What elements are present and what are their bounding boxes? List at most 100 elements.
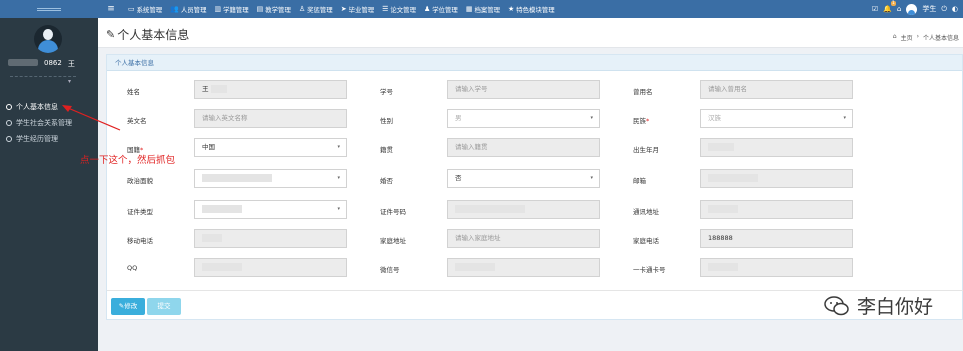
- sidebar-item-basic-info[interactable]: 个人基本信息: [0, 99, 98, 115]
- nav-right: ☑ 🔔 1 ⌂ 学生 ⏻ ◐: [872, 1, 963, 15]
- caret-down-icon: ▾: [590, 175, 593, 181]
- email-label: 邮箱: [633, 177, 646, 185]
- caret-down-icon: ▾: [843, 115, 846, 121]
- id-type-select[interactable]: ▾: [194, 200, 347, 219]
- nav-special[interactable]: ★ 特色模块管理: [504, 5, 559, 14]
- users-icon: 👥: [170, 5, 179, 13]
- page-header: ✎ 个人基本信息 ⌂ 主页 › 个人基本信息: [98, 18, 963, 48]
- form-row: 政治面貌 ▾ 婚否 否 ▾ 邮箱: [107, 169, 963, 189]
- user-label[interactable]: 学生: [922, 4, 936, 14]
- form-row: 姓名 王 学号 请输入学号 曾用名 请输入曾用名: [107, 80, 963, 100]
- caret-down-icon[interactable]: ▾: [68, 78, 71, 85]
- settings-icon[interactable]: ◐: [952, 5, 958, 13]
- former-name-field[interactable]: 请输入曾用名: [700, 80, 853, 99]
- marital-select[interactable]: 否 ▾: [447, 169, 600, 188]
- wechat-field[interactable]: [447, 258, 600, 277]
- home-icon[interactable]: ⌂: [897, 5, 901, 13]
- power-icon[interactable]: ⏻: [941, 5, 947, 14]
- nav-label: 论文管理: [390, 5, 416, 14]
- circle-icon: [6, 120, 12, 126]
- form-row: QQ 微信号 一卡通卡号: [107, 258, 963, 278]
- home-phone-label: 家庭电话: [633, 237, 659, 245]
- redacted-block: [455, 205, 525, 213]
- caret-down-icon: ▾: [337, 206, 340, 212]
- mobile-label: 移动电话: [127, 237, 153, 245]
- caret-down-icon: ▾: [590, 115, 593, 121]
- address-field[interactable]: [700, 200, 853, 219]
- sidebar-item-social-relations[interactable]: 学生社会关系管理: [0, 115, 98, 131]
- sidebar-top-strip: [0, 0, 98, 18]
- nav-enrollment[interactable]: ▥ 学籍管理: [210, 5, 252, 14]
- ethnicity-label: 民族*: [633, 115, 649, 125]
- info-panel: 个人基本信息 姓名 王 学号 请输入学号 曾用名 请输入曾用名 英文名 请输入英…: [106, 54, 963, 320]
- redacted-block: [210, 85, 227, 93]
- student-no-field[interactable]: 请输入学号: [447, 80, 600, 99]
- required-mark: *: [646, 117, 650, 125]
- plane-icon: ➤: [340, 5, 347, 13]
- chart-icon: ▤: [256, 5, 264, 13]
- nav-archive[interactable]: ▦ 档案管理: [462, 5, 504, 14]
- card-field[interactable]: [700, 258, 853, 277]
- nav-personnel[interactable]: 👥 人员管理: [166, 5, 210, 14]
- hamburger-icon[interactable]: ≡: [98, 4, 124, 14]
- name-field[interactable]: 王: [194, 80, 347, 99]
- ethnicity-select[interactable]: 汉族 ▾: [700, 109, 853, 128]
- mobile-field[interactable]: [194, 229, 347, 248]
- nav-teaching[interactable]: ▤ 教学管理: [253, 5, 295, 14]
- nav-label: 毕业管理: [348, 5, 375, 14]
- qq-label: QQ: [127, 264, 138, 272]
- mortarboard-icon: ♟: [423, 5, 431, 13]
- native-place-field[interactable]: 请输入籍贯: [447, 138, 600, 157]
- nav-degree[interactable]: ♟ 学位管理: [420, 5, 462, 14]
- breadcrumb-home[interactable]: 主页: [901, 33, 913, 42]
- caret-down-icon: ▾: [337, 144, 340, 150]
- form-row: 国籍* 中国 ▾ 籍贯 请输入籍贯 出生年月: [107, 138, 963, 158]
- qq-field[interactable]: [194, 258, 347, 277]
- email-field[interactable]: [700, 169, 853, 188]
- circle-icon: [6, 136, 12, 142]
- id-type-label: 证件类型: [127, 208, 153, 216]
- nav-label: 学籍管理: [223, 5, 249, 14]
- redacted-block: [708, 263, 738, 271]
- nav-system[interactable]: ▭ 系统管理: [124, 5, 166, 14]
- english-name-field[interactable]: 请输入英文名称: [194, 109, 347, 128]
- nav-label: 教学管理: [265, 5, 291, 14]
- home-address-field[interactable]: 请输入家庭地址: [447, 229, 600, 248]
- wechat-label: 微信号: [380, 266, 400, 274]
- birth-date-label: 出生年月: [633, 146, 659, 154]
- form-row: 英文名 请输入英文名称 性别 男 ▾ 民族* 汉族 ▾: [107, 109, 963, 129]
- submit-button[interactable]: 提交: [147, 298, 181, 315]
- gender-select[interactable]: 男 ▾: [447, 109, 600, 128]
- nav-graduation[interactable]: ➤ 毕业管理: [337, 5, 378, 14]
- bell-icon[interactable]: 🔔 1: [883, 1, 896, 13]
- nav-rewards[interactable]: ♙ 奖惩管理: [295, 5, 337, 14]
- person-icon: ♙: [298, 5, 306, 13]
- divider: [10, 76, 76, 78]
- nav-label: 人员管理: [180, 5, 207, 14]
- watermark: 李白你好: [823, 292, 933, 319]
- redacted-block: [202, 263, 242, 271]
- wechat-icon: [824, 295, 849, 315]
- id-no-field[interactable]: [447, 200, 600, 219]
- page-title-text: 个人基本信息: [117, 28, 190, 42]
- home-phone-field[interactable]: 188888: [700, 229, 853, 248]
- home-crumb-icon: ⌂: [892, 33, 897, 40]
- check-icon[interactable]: ☑: [872, 5, 878, 13]
- form-row: 移动电话 家庭地址 请输入家庭地址 家庭电话 188888: [107, 229, 963, 249]
- redacted-block: [455, 263, 495, 271]
- birth-date-field[interactable]: [700, 138, 853, 157]
- sidebar-item-experience[interactable]: 学生经历管理: [0, 131, 98, 147]
- breadcrumb-separator: ›: [916, 33, 919, 40]
- nav-label: 奖惩管理: [307, 5, 333, 14]
- nav-label: 学位管理: [432, 5, 458, 14]
- edit-button[interactable]: ✎修改: [111, 298, 145, 315]
- redacted-block: [202, 234, 222, 242]
- user-avatar[interactable]: [906, 3, 918, 15]
- nav-thesis[interactable]: ☰ 论文管理: [378, 5, 420, 14]
- nationality-select[interactable]: 中国 ▾: [194, 138, 347, 157]
- redacted-block: [708, 205, 738, 213]
- politics-select[interactable]: ▾: [194, 169, 347, 188]
- avatar[interactable]: [34, 25, 62, 53]
- page-title: ✎ 个人基本信息: [106, 26, 189, 43]
- name-value: 王: [202, 85, 209, 93]
